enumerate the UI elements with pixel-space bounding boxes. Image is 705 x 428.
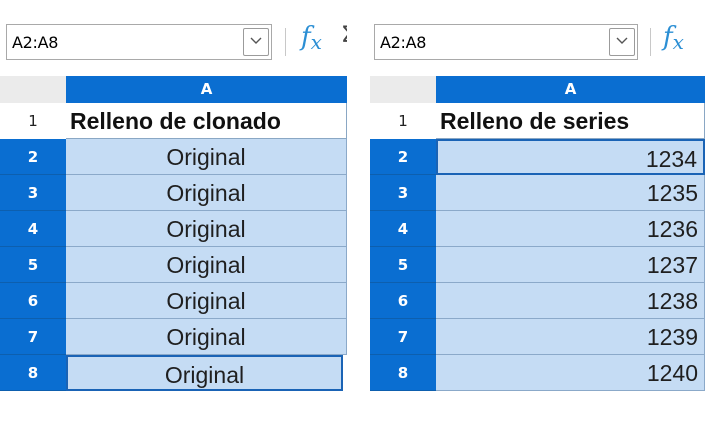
table-row: 5 Original xyxy=(0,247,347,283)
row-header[interactable]: 1 xyxy=(370,103,436,139)
name-box-value: A2:A8 xyxy=(380,33,427,52)
table-row: 1 Relleno de clonado xyxy=(0,103,347,139)
cell-a1[interactable]: Relleno de series xyxy=(436,103,705,139)
table-row: 1 Relleno de series xyxy=(370,103,705,139)
cell-a3[interactable]: Original xyxy=(66,175,347,211)
row-header[interactable]: 3 xyxy=(0,175,66,211)
select-all-corner[interactable] xyxy=(370,76,436,103)
table-row: 2 1234 xyxy=(370,139,705,175)
cell-a6[interactable]: 1238 xyxy=(436,283,705,319)
cell-a7[interactable]: Original xyxy=(66,319,347,355)
row-header[interactable]: 1 xyxy=(0,103,66,139)
toolbar-separator xyxy=(650,28,651,56)
name-box-dropdown-button[interactable] xyxy=(609,28,635,56)
sum-icon[interactable]: Σ xyxy=(341,23,347,48)
table-row: 2 Original xyxy=(0,139,347,175)
toolbar-separator xyxy=(285,28,286,56)
column-header-a[interactable]: A xyxy=(66,76,347,103)
cell-a4[interactable]: 1236 xyxy=(436,211,705,247)
cell-a5[interactable]: 1237 xyxy=(436,247,705,283)
sheet-grid: A 1 Relleno de clonado 2 Original 3 Orig… xyxy=(0,76,347,428)
chevron-down-icon xyxy=(250,37,262,44)
formula-bar: A2:A8 fx xyxy=(370,0,705,70)
row-header[interactable]: 6 xyxy=(0,283,66,319)
cell-a1[interactable]: Relleno de clonado xyxy=(66,103,347,139)
row-header[interactable]: 7 xyxy=(370,319,436,355)
sheet-grid: A 1 Relleno de series 2 1234 3 1235 4 12… xyxy=(370,76,705,428)
chevron-down-icon xyxy=(616,37,628,44)
row-header[interactable]: 5 xyxy=(370,247,436,283)
formula-bar: A2:A8 fx Σ xyxy=(0,0,347,70)
table-row: 7 Original xyxy=(0,319,347,355)
column-header-a[interactable]: A xyxy=(436,76,705,103)
row-header[interactable]: 2 xyxy=(0,139,66,175)
spreadsheet-pane-clone-fill: A2:A8 fx Σ A 1 Relleno de clonado 2 Orig… xyxy=(0,0,347,428)
cell-a8-cursor[interactable]: Original xyxy=(66,355,343,391)
row-header[interactable]: 7 xyxy=(0,319,66,355)
name-box[interactable]: A2:A8 xyxy=(374,24,638,60)
cell-a7[interactable]: 1239 xyxy=(436,319,705,355)
cell-a5[interactable]: Original xyxy=(66,247,347,283)
table-row: 3 1235 xyxy=(370,175,705,211)
table-row: 8 Original xyxy=(0,355,347,391)
table-row: 7 1239 xyxy=(370,319,705,355)
table-row: 4 Original xyxy=(0,211,347,247)
row-header[interactable]: 6 xyxy=(370,283,436,319)
table-row: 6 1238 xyxy=(370,283,705,319)
cell-a3[interactable]: 1235 xyxy=(436,175,705,211)
table-row: 3 Original xyxy=(0,175,347,211)
table-row: 6 Original xyxy=(0,283,347,319)
spreadsheet-pane-series-fill: A2:A8 fx A 1 Relleno de series 2 1234 3 … xyxy=(370,0,705,428)
cell-a6[interactable]: Original xyxy=(66,283,347,319)
name-box[interactable]: A2:A8 xyxy=(6,24,272,60)
select-all-corner[interactable] xyxy=(0,76,66,103)
table-row: 8 1240 xyxy=(370,355,705,391)
function-wizard-icon[interactable]: fx xyxy=(301,22,322,54)
cell-a8[interactable]: 1240 xyxy=(436,355,705,391)
cell-a2-cursor[interactable]: 1234 xyxy=(436,139,705,175)
table-row: 4 1236 xyxy=(370,211,705,247)
cell-a4[interactable]: Original xyxy=(66,211,347,247)
table-row: 5 1237 xyxy=(370,247,705,283)
row-header[interactable]: 8 xyxy=(0,355,66,391)
row-header[interactable]: 8 xyxy=(370,355,436,391)
row-header[interactable]: 2 xyxy=(370,139,436,175)
row-header[interactable]: 3 xyxy=(370,175,436,211)
name-box-value: A2:A8 xyxy=(12,33,59,52)
row-header[interactable]: 5 xyxy=(0,247,66,283)
cell-a2[interactable]: Original xyxy=(66,139,347,175)
name-box-dropdown-button[interactable] xyxy=(243,28,269,56)
row-header[interactable]: 4 xyxy=(0,211,66,247)
function-wizard-icon[interactable]: fx xyxy=(663,22,684,54)
row-header[interactable]: 4 xyxy=(370,211,436,247)
